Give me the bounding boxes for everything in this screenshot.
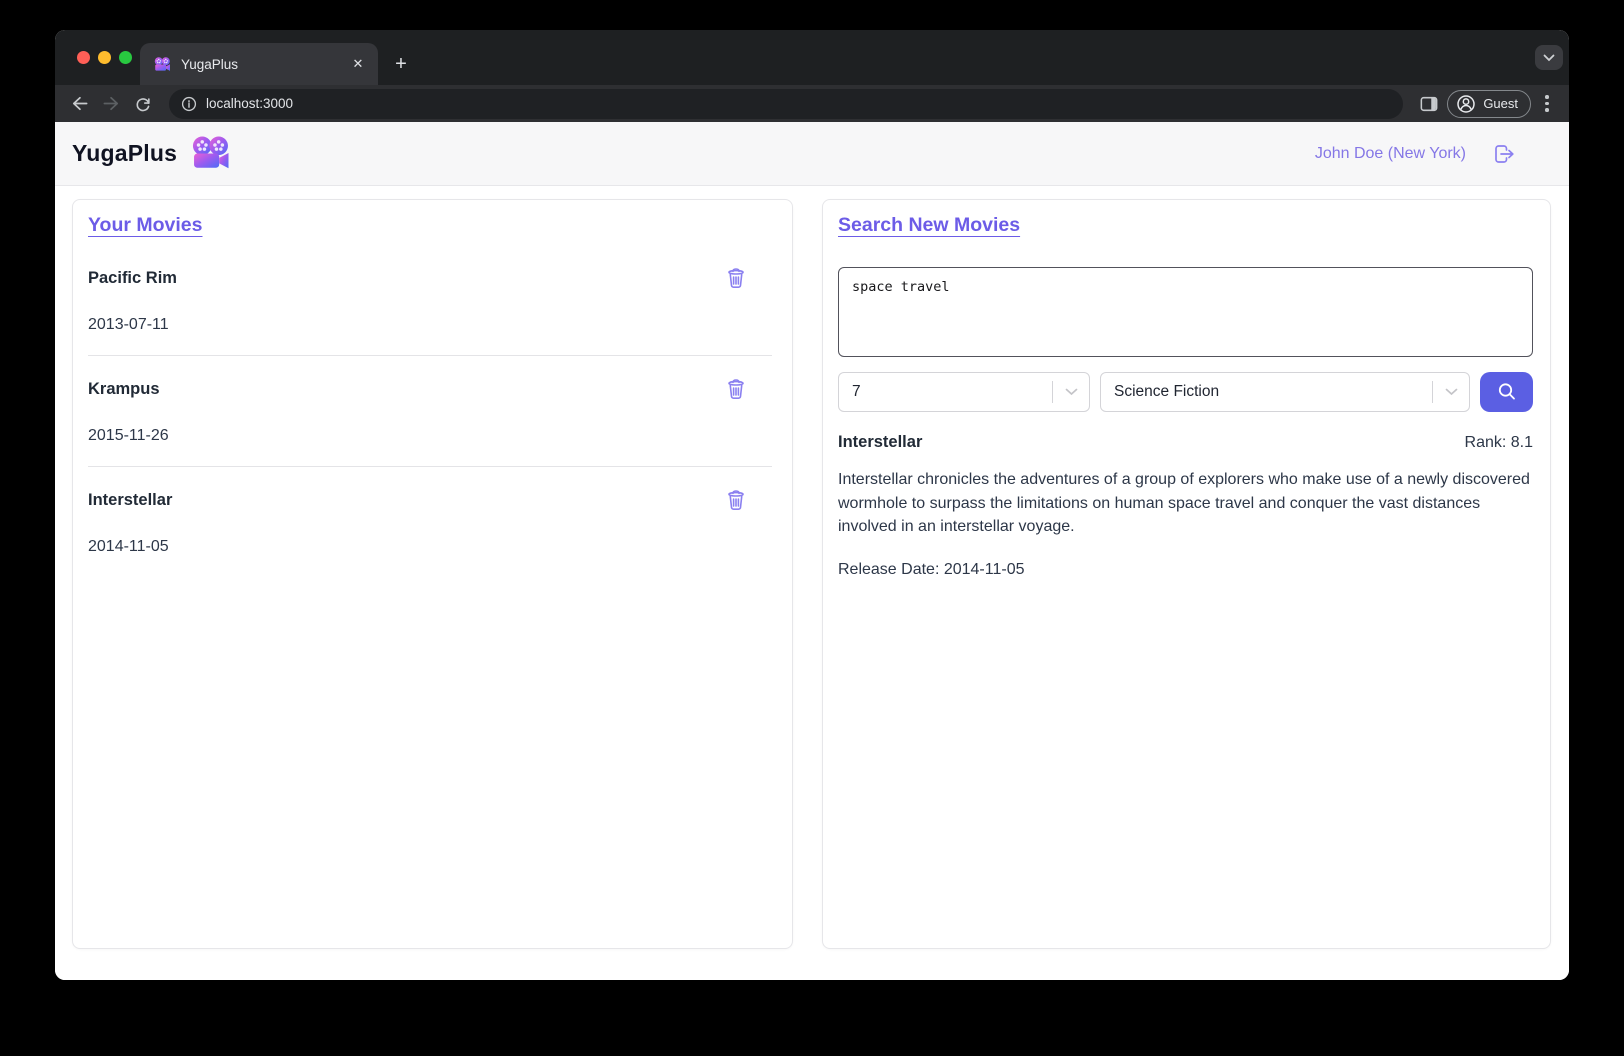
your-movies-heading[interactable]: Your Movies — [88, 214, 203, 236]
user-area: John Doe (New York) — [1315, 142, 1516, 166]
result-overview: Interstellar chronicles the adventures o… — [838, 468, 1533, 539]
genre-select[interactable]: Science Fiction — [1100, 372, 1470, 412]
browser-menu-button[interactable] — [1535, 92, 1559, 116]
side-panel-button[interactable] — [1415, 90, 1443, 118]
close-window-button[interactable] — [77, 51, 90, 64]
reload-button[interactable] — [129, 90, 157, 118]
address-bar[interactable]: localhost:3000 — [169, 89, 1403, 119]
chevron-down-icon — [1543, 54, 1555, 62]
list-item: Interstellar 2014-11-05 — [88, 489, 772, 556]
divider — [88, 355, 772, 356]
your-movies-card: Your Movies Pacific Rim 2013-07-11 Kramp… — [72, 199, 793, 949]
movie-release-date: 2014-11-05 — [88, 538, 772, 556]
movie-title: Krampus — [88, 380, 160, 399]
tab-strip: YugaPlus ✕ + — [55, 30, 1569, 85]
site-header: YugaPlus John Doe (New York) — [55, 122, 1569, 186]
side-panel-icon — [1419, 95, 1439, 113]
browser-tab[interactable]: YugaPlus ✕ — [140, 43, 378, 85]
movie-title: Pacific Rim — [88, 269, 177, 288]
search-controls: 7 Science Fiction — [838, 372, 1533, 412]
trash-icon — [726, 378, 746, 400]
forward-button[interactable] — [97, 90, 125, 118]
reload-icon — [134, 95, 152, 113]
tab-favicon-movie-camera-icon — [154, 57, 171, 72]
trash-icon — [726, 267, 746, 289]
trash-icon — [726, 489, 746, 511]
search-result: Interstellar Rank: 8.1 Interstellar chro… — [838, 433, 1533, 579]
browser-toolbar: localhost:3000 Guest — [55, 85, 1569, 122]
maximize-window-button[interactable] — [119, 51, 132, 64]
back-arrow-icon — [70, 94, 89, 113]
page-content: YugaPlus John Doe (New York) Your Movies… — [55, 122, 1569, 980]
rank-select[interactable]: 7 — [838, 372, 1090, 412]
tab-search-button[interactable] — [1535, 45, 1563, 70]
search-movies-card: Search New Movies space travel 7 Science… — [822, 199, 1551, 949]
minimize-window-button[interactable] — [98, 51, 111, 64]
list-item: Pacific Rim 2013-07-11 — [88, 267, 772, 334]
tab-close-icon[interactable]: ✕ — [348, 54, 368, 74]
delete-movie-button[interactable] — [726, 378, 746, 400]
browser-window: YugaPlus ✕ + localhost:3000 — [55, 30, 1569, 980]
guest-avatar-icon — [1456, 94, 1476, 114]
rank-select-value: 7 — [839, 383, 1052, 401]
chevron-down-icon — [1053, 388, 1089, 396]
movie-release-date: 2015-11-26 — [88, 427, 772, 445]
logout-icon[interactable] — [1492, 142, 1516, 166]
guest-label: Guest — [1483, 96, 1518, 111]
profile-guest-button[interactable]: Guest — [1447, 90, 1531, 118]
app-title: YugaPlus — [72, 140, 177, 167]
main-content: Your Movies Pacific Rim 2013-07-11 Kramp… — [55, 186, 1569, 980]
movie-title: Interstellar — [88, 491, 172, 510]
tab-title: YugaPlus — [181, 57, 338, 72]
back-button[interactable] — [65, 90, 93, 118]
user-profile-link[interactable]: John Doe (New York) — [1315, 145, 1466, 163]
delete-movie-button[interactable] — [726, 489, 746, 511]
search-movies-heading[interactable]: Search New Movies — [838, 214, 1020, 236]
url-text: localhost:3000 — [206, 96, 293, 111]
result-rank: Rank: 8.1 — [1465, 434, 1533, 452]
list-item: Krampus 2015-11-26 — [88, 378, 772, 445]
movie-camera-logo-icon — [191, 136, 231, 171]
divider — [88, 466, 772, 467]
forward-arrow-icon — [102, 94, 121, 113]
genre-select-value: Science Fiction — [1101, 383, 1432, 401]
new-tab-button[interactable]: + — [386, 49, 416, 79]
delete-movie-button[interactable] — [726, 267, 746, 289]
brand: YugaPlus — [72, 136, 231, 171]
search-button[interactable] — [1480, 372, 1533, 412]
chevron-down-icon — [1433, 388, 1469, 396]
movie-release-date: 2013-07-11 — [88, 316, 772, 334]
result-release-date: Release Date: 2014-11-05 — [838, 561, 1533, 579]
site-info-icon[interactable] — [181, 96, 197, 112]
search-icon — [1496, 381, 1518, 403]
window-controls — [77, 51, 132, 64]
search-query-input[interactable]: space travel — [838, 267, 1533, 357]
result-movie-title: Interstellar — [838, 433, 922, 452]
